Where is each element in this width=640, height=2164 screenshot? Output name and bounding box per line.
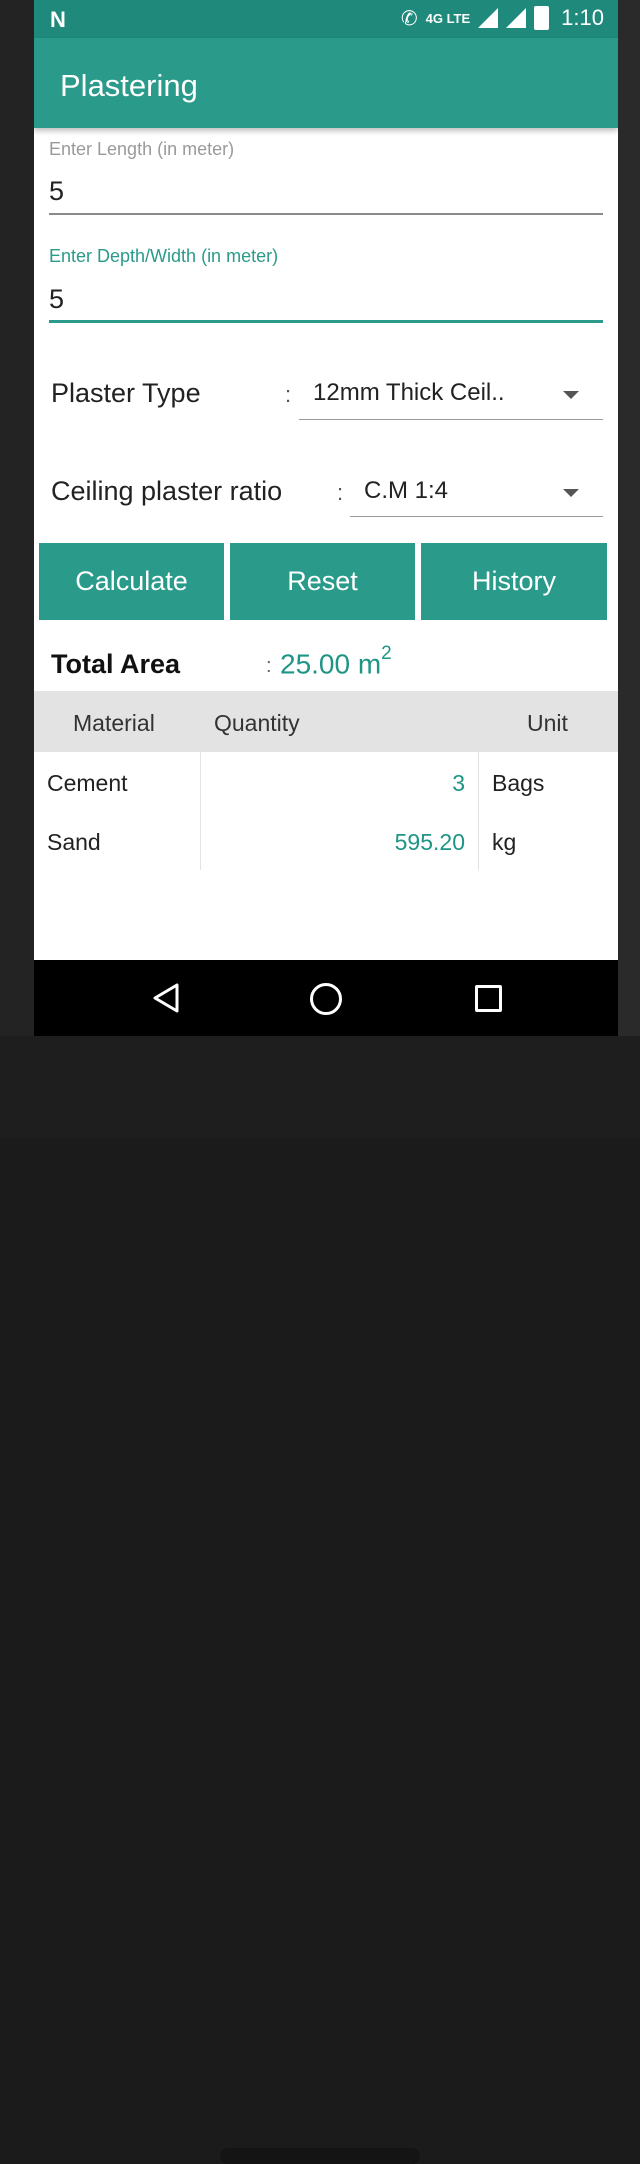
page-title: Plastering [60,68,198,103]
battery-charging-icon [534,6,550,30]
table-column-divider [200,752,201,870]
status-icons: ✆ 4G LTE 1:10 [401,5,604,31]
app-bar: Plastering [34,38,618,128]
sand-material-cell: Sand [47,829,101,855]
clock: 1:10 [561,5,604,30]
depth-input[interactable]: 5 [49,284,64,315]
calculate-button[interactable]: Calculate [39,543,224,620]
ceiling-ratio-dropdown[interactable]: C.M 1:4 [350,477,603,517]
plaster-type-selected: 12mm Thick Ceil.. [313,379,505,406]
device-speaker-slot [220,2148,420,2164]
dropdown-arrow-icon [563,489,579,497]
network-type-label: 4G LTE [425,10,471,26]
total-area-number: 25.00 m [280,648,382,680]
wifi-calling-icon: ✆ [400,7,418,30]
sand-quantity-cell: 595.20 [394,829,465,855]
length-input[interactable]: 5 [49,176,64,207]
device-bezel-left [0,0,34,1138]
depth-input-underline [49,320,603,323]
ceiling-ratio-selected: C.M 1:4 [364,477,449,504]
materials-table-header: Material Quantity Unit [34,691,618,752]
reset-button[interactable]: Reset [230,543,415,620]
ceiling-ratio-label: Ceiling plaster ratio [51,476,283,506]
history-button[interactable]: History [421,543,607,620]
depth-field-label: Enter Depth/Width (in meter) [49,246,279,266]
column-header-material: Material [73,710,155,736]
length-input-underline [49,213,603,215]
status-bar: N ✆ 4G LTE 1:10 [34,0,618,38]
notification-logo-icon: N [50,7,66,32]
plaster-type-dropdown[interactable]: 12mm Thick Ceil.. [299,379,603,420]
home-icon[interactable] [310,983,342,1015]
cement-quantity-cell: 3 [452,770,465,796]
column-header-quantity: Quantity [214,710,300,736]
total-area-value: 25.00 m2 [280,643,392,680]
length-field-label: Enter Length (in meter) [49,139,235,159]
recent-apps-icon[interactable] [475,985,502,1012]
phone-screen: N ✆ 4G LTE 1:10 Plastering Enter Length … [34,0,618,1036]
system-navigation-bar [34,960,618,1036]
plaster-type-label: Plaster Type [51,378,201,408]
plaster-type-colon: : [285,382,292,407]
cement-unit-cell: Bags [492,770,545,796]
total-area-exponent: 2 [381,643,392,664]
sand-unit-cell: kg [492,829,517,855]
back-icon[interactable] [152,982,180,1014]
cement-material-cell: Cement [47,770,128,796]
total-area-colon: : [266,655,272,677]
total-area-label: Total Area [51,649,181,679]
signal-strength-icon [478,8,499,28]
dropdown-arrow-icon [563,391,579,399]
column-header-unit: Unit [527,710,568,736]
device-bezel-right [618,0,640,1138]
ceiling-ratio-colon: : [337,480,344,505]
signal-strength-2-icon [506,8,527,28]
device-bezel-bottom [0,1036,640,2164]
table-column-divider [478,752,479,870]
